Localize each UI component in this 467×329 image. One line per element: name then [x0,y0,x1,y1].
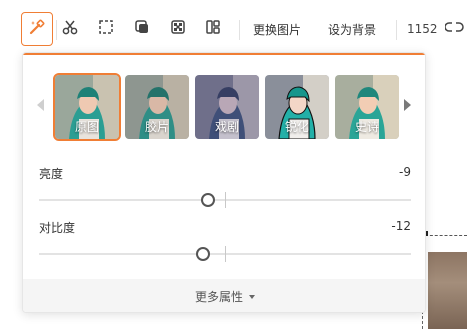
canvas-image[interactable] [428,252,467,329]
crop-tool-button[interactable] [90,12,122,46]
link-button[interactable] [445,12,467,46]
scroll-left-icon[interactable] [37,99,44,111]
layout-tool-button[interactable] [197,12,229,46]
filter-label: 胶片 [144,120,169,134]
panel-footer: 更多属性 [23,279,425,312]
panel-accent-line [23,53,425,55]
size-input[interactable]: 1152 [407,12,438,46]
editor-toolbar: 更换图片 设为背景 1152 [0,0,467,52]
magic-wand-icon [28,18,46,40]
layout-icon [204,18,222,40]
filter-label: 原图 [74,120,99,134]
set-background-label: 设为背景 [328,22,377,37]
slider-center-tick [225,192,226,208]
layer-tool-button[interactable] [126,12,158,46]
crop-icon [97,18,115,40]
toolbar-divider [396,20,397,40]
brightness-label: 亮度 [39,167,64,181]
filter-panel: 原图 胶片 戏剧 锐化 史诗 亮度 -9 对比度 -12 更多属性 [22,52,426,313]
more-properties-button[interactable]: 更多属性 [195,288,255,305]
cutout-tool-button[interactable] [54,12,86,46]
filter-item-sharpen[interactable]: 锐化 [265,75,329,139]
slider-center-tick [225,246,226,262]
magic-wand-tool-button[interactable] [21,12,53,46]
filter-list: 原图 胶片 戏剧 锐化 史诗 [23,73,425,141]
scroll-right-icon[interactable] [404,99,411,111]
size-value: 1152 [407,22,438,36]
filter-item-film[interactable]: 胶片 [125,75,189,139]
toolbar-divider [239,20,240,40]
filter-label: 戏剧 [214,120,239,134]
contrast-value: -12 [391,219,411,233]
scissors-icon [61,18,79,40]
filter-label: 史诗 [354,120,379,134]
contrast-slider-knob[interactable] [195,247,210,261]
filter-item-original[interactable]: 原图 [53,73,121,141]
mosaic-tool-button[interactable] [162,12,194,46]
more-properties-label: 更多属性 [194,290,243,304]
filter-label: 锐化 [284,120,309,134]
replace-image-label: 更换图片 [253,22,302,37]
set-background-button[interactable]: 设为背景 [328,12,376,46]
brightness-slider-knob[interactable] [201,193,216,207]
replace-image-button[interactable]: 更换图片 [253,12,301,46]
chevron-down-icon [249,294,255,299]
mosaic-icon [169,18,187,40]
filter-item-epic[interactable]: 史诗 [335,75,399,139]
filter-item-drama[interactable]: 戏剧 [195,75,259,139]
contrast-label: 对比度 [39,221,76,235]
brightness-value: -9 [399,165,411,179]
link-icon [445,18,467,40]
layer-icon [133,18,151,40]
